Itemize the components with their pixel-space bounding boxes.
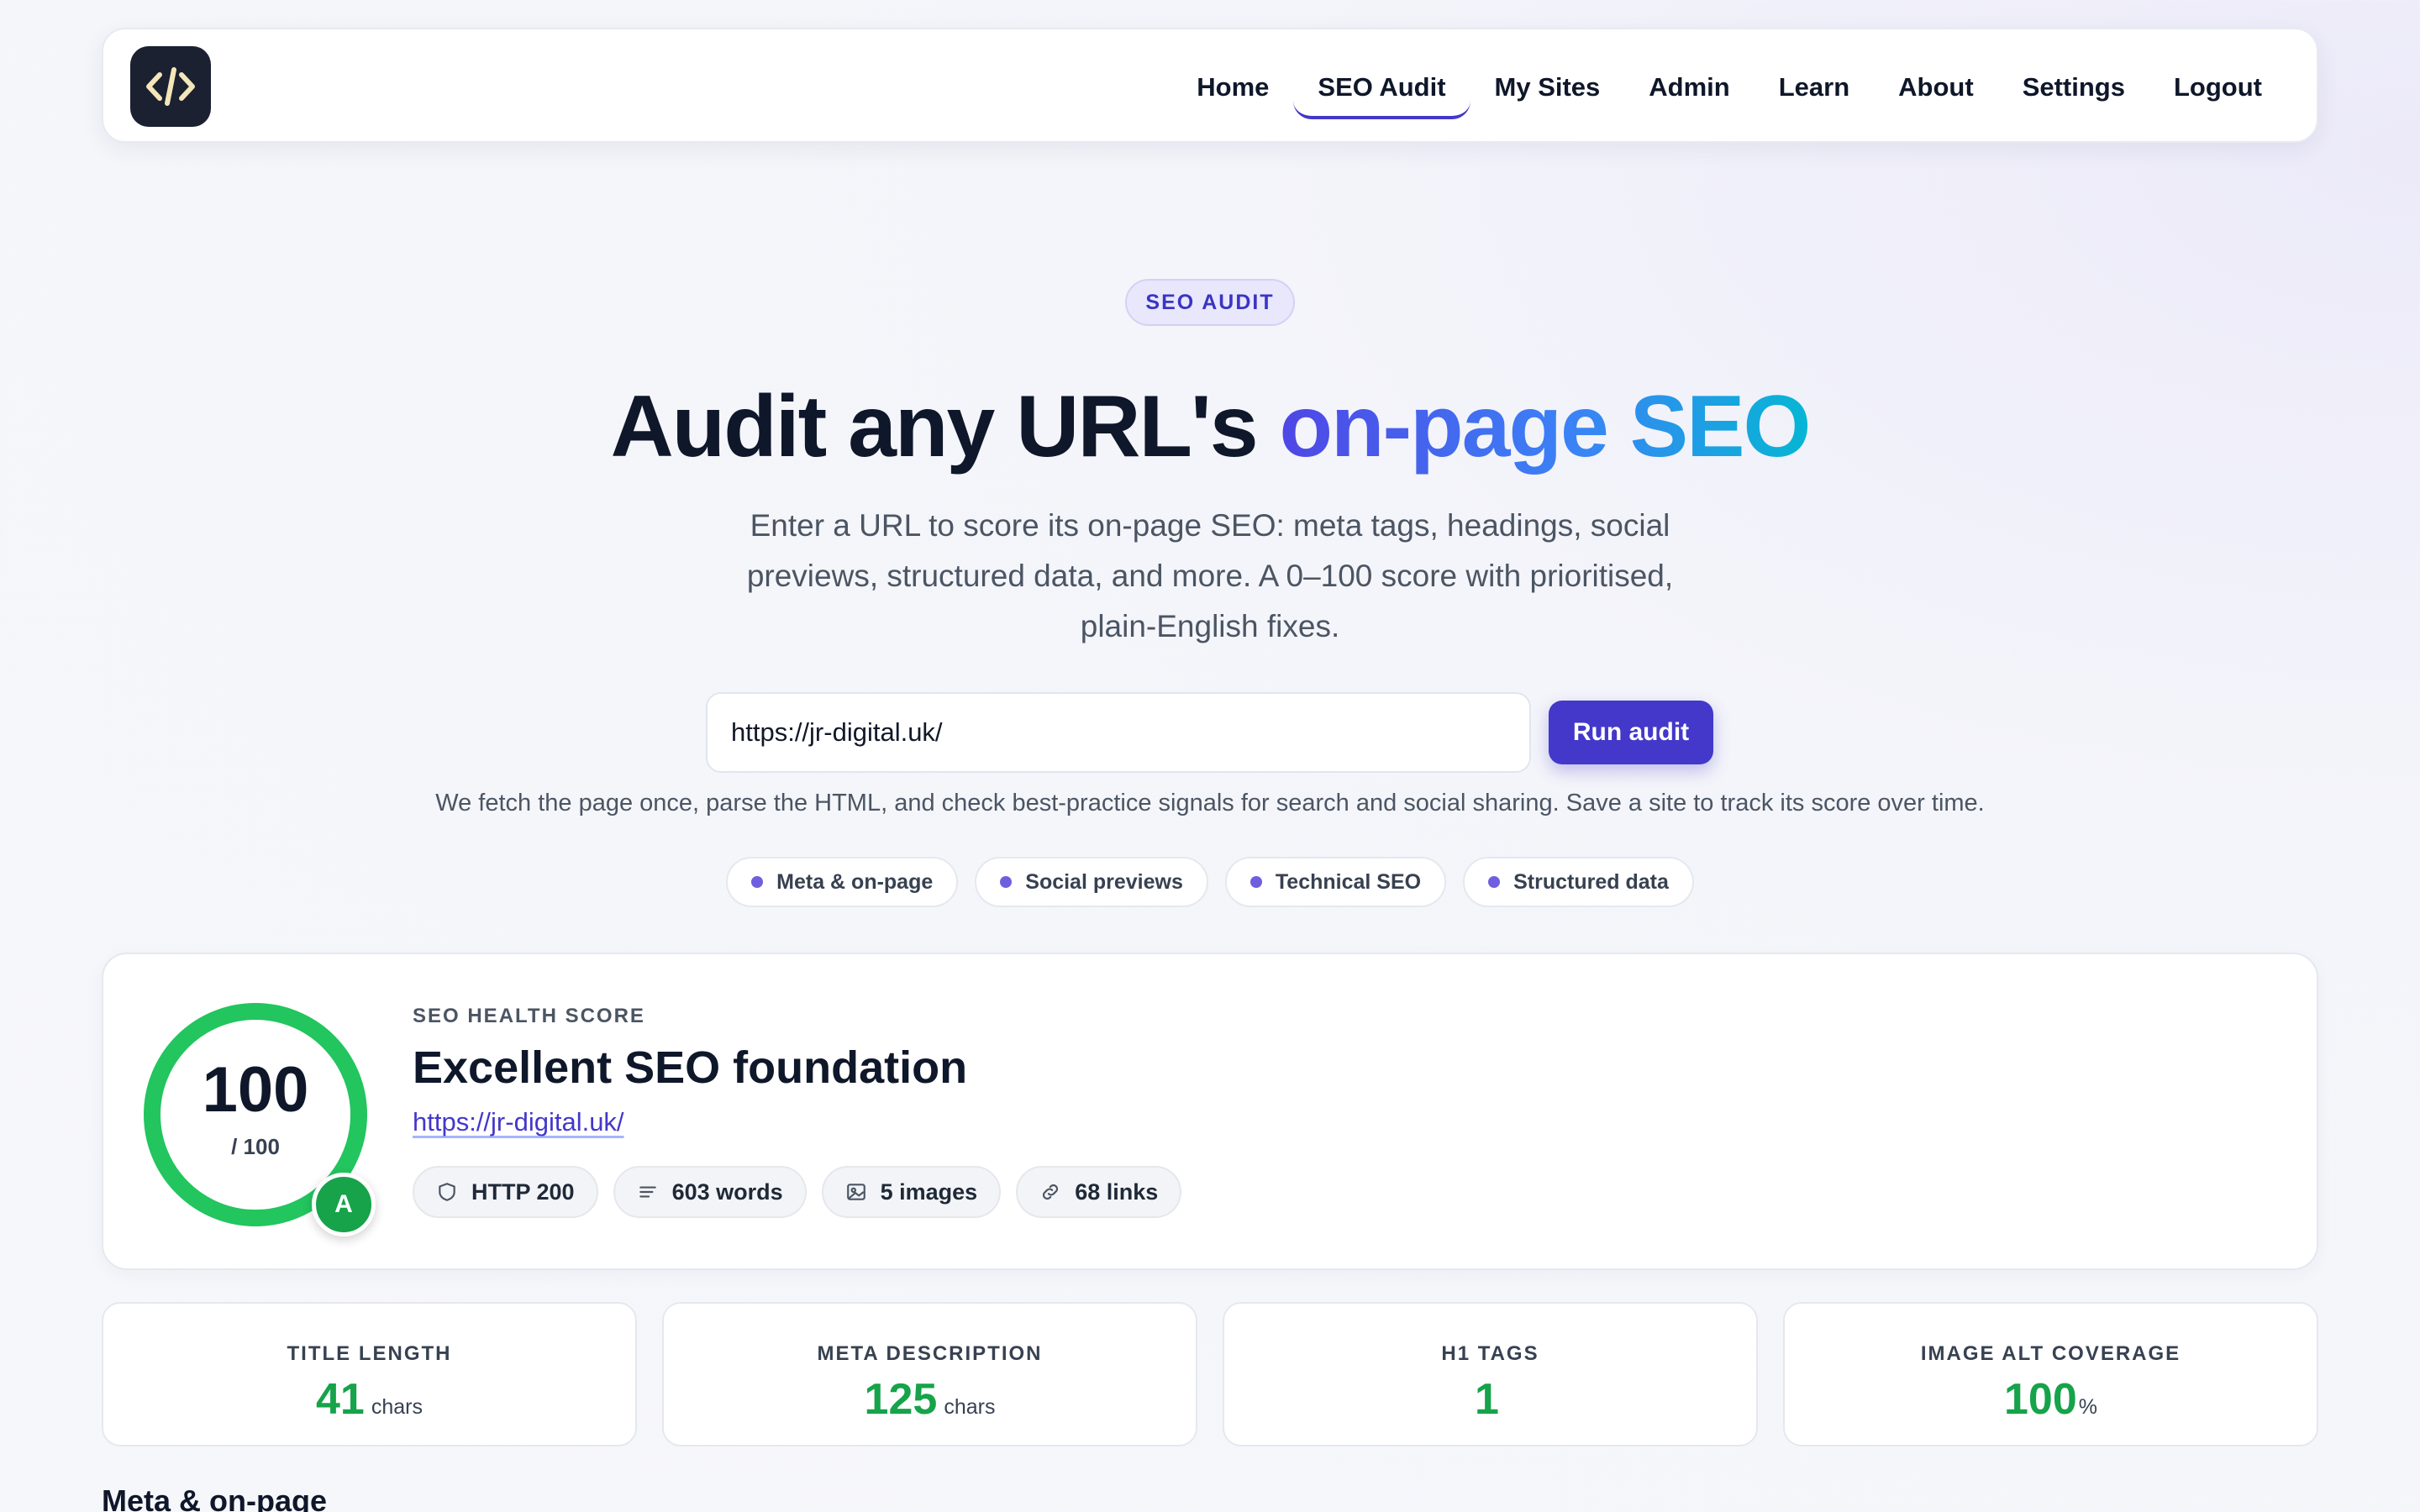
metric-value: 1 [1475, 1375, 1499, 1424]
lines-icon [639, 1186, 656, 1198]
page-subtitle: Enter a URL to score its on-page SEO: me… [746, 508, 1674, 643]
chip-label: Technical SEO [1275, 869, 1422, 894]
metric-label: IMAGE ALT COVERAGE [1920, 1342, 2181, 1365]
score-card: 100 / 100 A SEO HEALTH SCORE Excellent S… [102, 953, 2318, 1270]
code-brackets-icon[interactable] [130, 46, 211, 127]
hero-note: We fetch the page once, parse the HTML, … [435, 790, 1985, 816]
metric-label: H1 TAGS [1441, 1342, 1539, 1365]
dot-icon [1249, 876, 1262, 888]
stat-links: 68 links [1016, 1166, 1182, 1218]
grade-badge: A [312, 1173, 376, 1236]
score-kicker: SEO HEALTH SCORE [413, 1005, 645, 1027]
feature-chips: Meta & on-page Social previews Technical… [0, 857, 2420, 907]
score-value: 100 [202, 1054, 309, 1126]
dot-icon [1000, 876, 1013, 888]
chip-technical: Technical SEO [1224, 857, 1447, 907]
nav-home[interactable]: Home [1172, 59, 1293, 116]
chip-social: Social previews [975, 857, 1208, 907]
url-input[interactable] [706, 692, 1531, 773]
score-title: Excellent SEO foundation [413, 1042, 968, 1093]
image-icon [846, 1184, 865, 1200]
dot-icon [751, 876, 764, 888]
chip-label: Structured data [1513, 869, 1669, 894]
metric-h1-tags: H1 TAGS 1 [1223, 1302, 1758, 1446]
page-title: Audit any URL's on-page SEO [0, 376, 2420, 477]
metric-meta-description: META DESCRIPTION 125 chars [662, 1302, 1197, 1446]
top-navbar: Home SEO Audit My Sites Admin Learn Abou… [102, 28, 2318, 143]
chip-meta: Meta & on-page [726, 857, 959, 907]
stat-images: 5 images [821, 1166, 1002, 1218]
nav-settings[interactable]: Settings [1998, 59, 2149, 116]
nav-about[interactable]: About [1874, 59, 1998, 116]
section-heading-meta: Meta & on-page [102, 1483, 328, 1512]
section-pill: SEO AUDIT [1125, 279, 1295, 326]
score-denominator: / 100 [231, 1134, 280, 1159]
audited-url-link[interactable]: https://jr-digital.uk/ [413, 1107, 624, 1137]
metric-label: TITLE LENGTH [287, 1342, 452, 1365]
stat-label: 68 links [1075, 1179, 1159, 1205]
metric-image-alt: IMAGE ALT COVERAGE 100% [1783, 1302, 2318, 1446]
nav-my-sites[interactable]: My Sites [1470, 59, 1625, 116]
metric-value: 125 chars [864, 1375, 996, 1424]
chip-label: Meta & on-page [776, 869, 934, 894]
dot-icon [1488, 876, 1501, 888]
title-highlight: on-page SEO [1279, 378, 1811, 475]
metric-title-length: TITLE LENGTH 41 chars [102, 1302, 637, 1446]
stat-label: 603 words [671, 1179, 783, 1205]
link-icon [1043, 1184, 1059, 1200]
metric-value: 100% [2004, 1375, 2097, 1424]
nav-seo-audit[interactable]: SEO Audit [1293, 59, 1470, 119]
stat-words: 603 words [613, 1166, 807, 1218]
stat-pills: HTTP 200 603 words 5 images 68 links [413, 1166, 1182, 1218]
stat-label: 5 images [880, 1179, 978, 1205]
nav-logout[interactable]: Logout [2149, 59, 2286, 116]
title-plain: Audit any URL's [610, 378, 1280, 475]
stat-label: HTTP 200 [471, 1179, 575, 1205]
nav-links: Home SEO Audit My Sites Admin Learn Abou… [1172, 29, 2286, 144]
shield-icon [439, 1183, 455, 1201]
stat-http: HTTP 200 [413, 1166, 598, 1218]
metric-label: META DESCRIPTION [817, 1342, 1043, 1365]
chip-label: Social previews [1025, 869, 1183, 894]
chip-structured: Structured data [1463, 857, 1694, 907]
nav-learn[interactable]: Learn [1754, 59, 1874, 116]
run-audit-button[interactable]: Run audit [1549, 701, 1713, 764]
metric-value: 41 chars [316, 1375, 423, 1424]
nav-admin[interactable]: Admin [1624, 59, 1754, 116]
